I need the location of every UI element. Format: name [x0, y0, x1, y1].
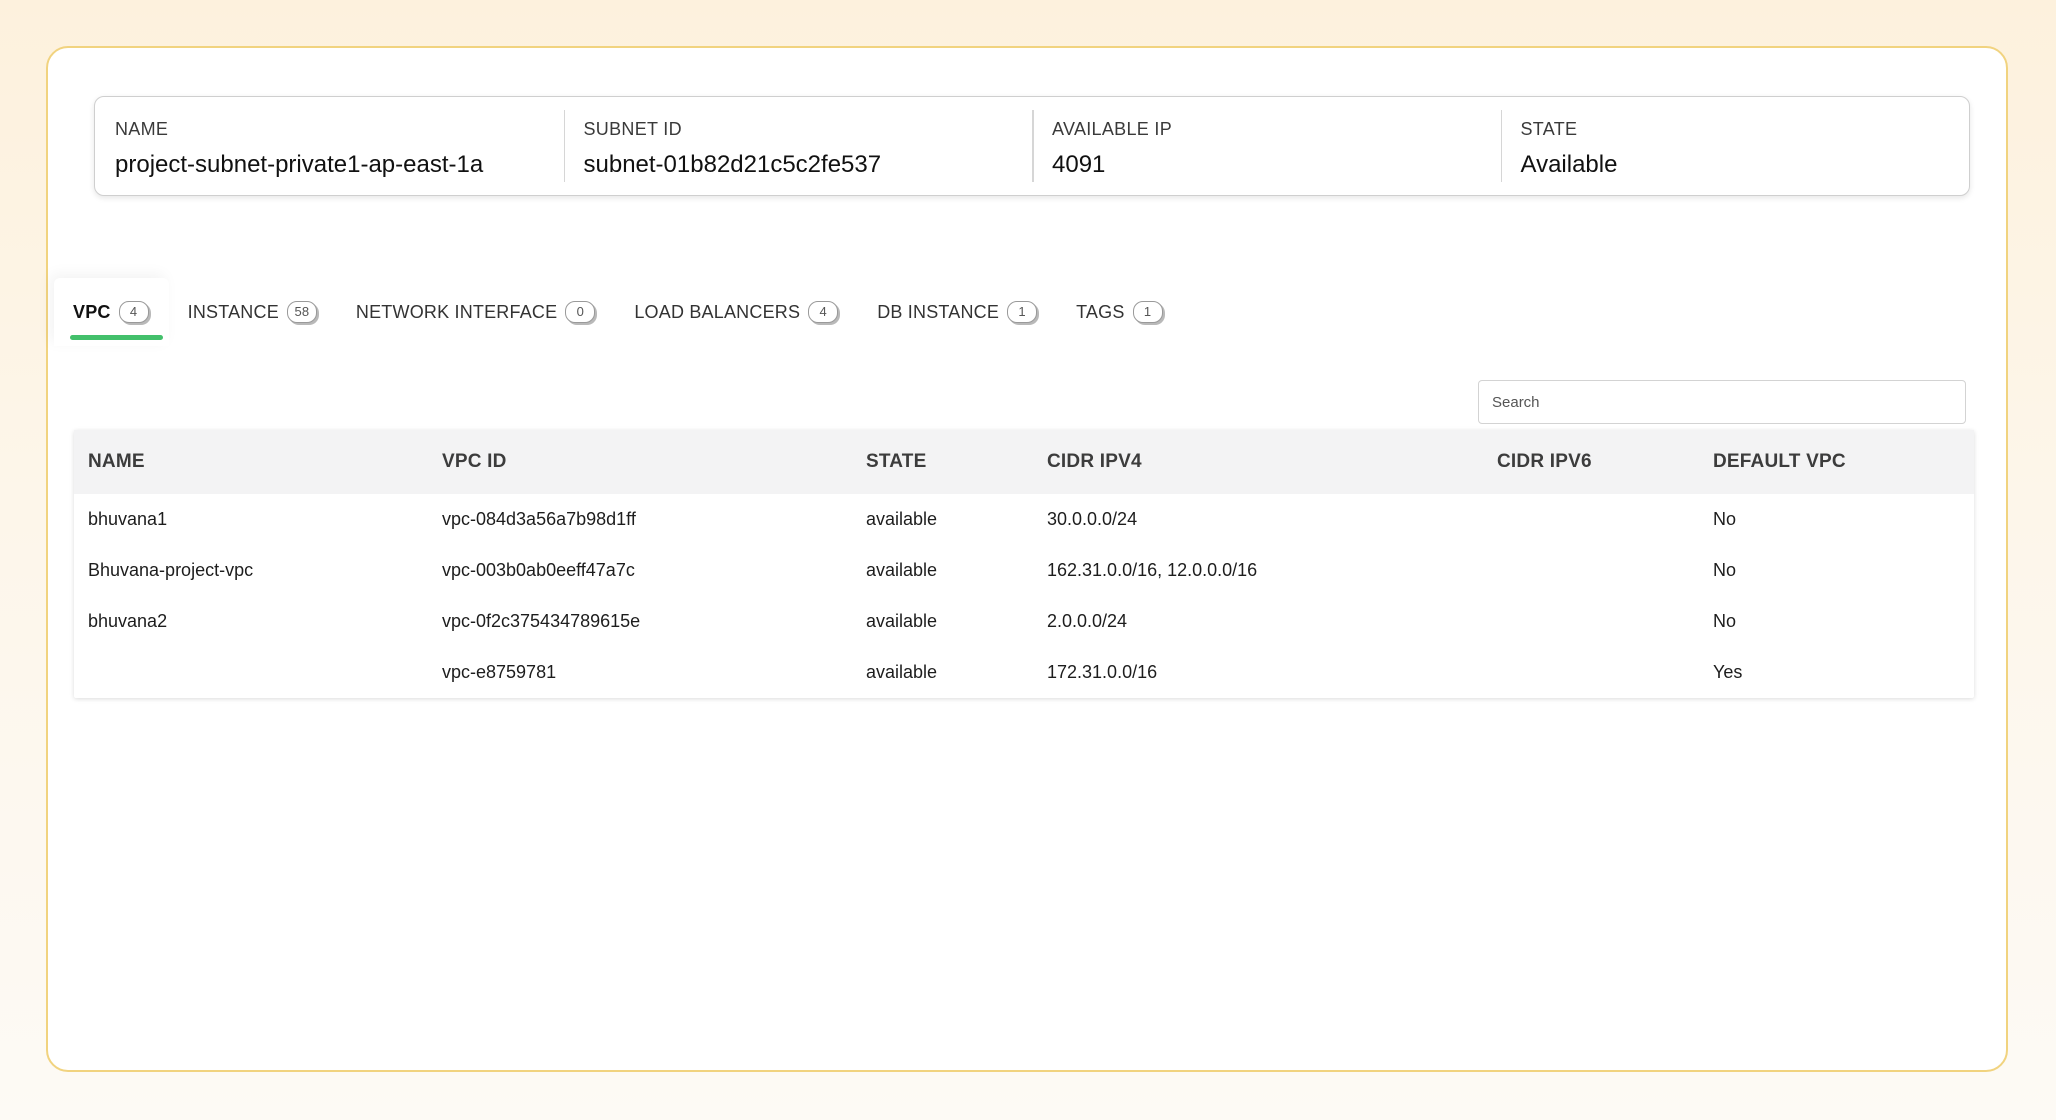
tab-tags-count-badge: 1: [1132, 301, 1163, 323]
content-panel: NAME project-subnet-private1-ap-east-1a …: [46, 46, 2008, 1072]
summary-name-label: NAME: [115, 119, 169, 139]
cell-cidr-ipv6: [1483, 494, 1699, 545]
tab-load-balancers-count-badge: 4: [808, 301, 839, 323]
tab-db-instance[interactable]: DB INSTANCE 1: [858, 278, 1057, 346]
summary-available-ip-value: 4091: [1052, 151, 1106, 178]
cell-vpc-id: vpc-0f2c375434789615e: [442, 611, 641, 631]
tab-instance[interactable]: INSTANCE 58: [169, 278, 337, 346]
column-header-default-vpc[interactable]: DEFAULT VPC: [1699, 430, 1974, 494]
tab-network-interface-count-badge: 0: [565, 301, 596, 323]
cell-cidr-ipv6: [1483, 647, 1699, 698]
cell-state: available: [866, 509, 938, 529]
cell-cidr-ipv4: 2.0.0.0/24: [1047, 611, 1128, 631]
tab-db-instance-count-badge: 1: [1007, 301, 1038, 323]
cell-vpc-id: vpc-003b0ab0eeff47a7c: [442, 560, 635, 580]
column-header-state[interactable]: STATE: [852, 430, 1033, 494]
column-header-name[interactable]: NAME: [74, 430, 428, 494]
tab-vpc[interactable]: VPC 4: [54, 278, 169, 346]
column-header-cidr-ipv4[interactable]: CIDR IPV4: [1033, 430, 1483, 494]
tab-network-interface-label: NETWORK INTERFACE: [355, 301, 558, 322]
cell-name: Bhuvana-project-vpc: [88, 560, 254, 580]
table-row[interactable]: bhuvana2 vpc-0f2c375434789615e available…: [74, 596, 1974, 647]
cell-state: available: [866, 662, 938, 682]
tab-load-balancers-label: LOAD BALANCERS: [634, 301, 801, 322]
table-row[interactable]: Bhuvana-project-vpc vpc-003b0ab0eeff47a7…: [74, 545, 1974, 596]
summary-subnet-id-value: subnet-01b82d21c5c2fe537: [583, 151, 882, 178]
tab-vpc-count-badge: 4: [118, 301, 149, 323]
cell-default-vpc: No: [1713, 560, 1737, 580]
search-input[interactable]: [1478, 380, 1966, 424]
tab-instance-label: INSTANCE: [187, 301, 279, 322]
summary-subnet-id: SUBNET ID subnet-01b82d21c5c2fe537: [563, 97, 1033, 195]
cell-name: bhuvana2: [88, 611, 168, 631]
subnet-summary-card: NAME project-subnet-private1-ap-east-1a …: [94, 96, 1970, 196]
summary-state-value: Available: [1520, 151, 1618, 178]
vpc-table: NAME VPC ID STATE CIDR IPV4 CIDR IPV6 DE…: [74, 430, 1974, 698]
column-header-cidr-ipv6[interactable]: CIDR IPV6: [1483, 430, 1699, 494]
cell-default-vpc: No: [1713, 509, 1737, 529]
tab-load-balancers[interactable]: LOAD BALANCERS 4: [615, 278, 858, 346]
column-header-vpc-id[interactable]: VPC ID: [428, 430, 852, 494]
cell-default-vpc: Yes: [1713, 662, 1743, 682]
tab-tags-label: TAGS: [1076, 301, 1125, 322]
table-row[interactable]: vpc-e8759781 available 172.31.0.0/16 Yes: [74, 647, 1974, 698]
cell-cidr-ipv6: [1483, 596, 1699, 647]
cell-default-vpc: No: [1713, 611, 1737, 631]
tab-vpc-label: VPC: [73, 301, 111, 322]
summary-name: NAME project-subnet-private1-ap-east-1a: [95, 97, 564, 195]
cell-cidr-ipv4: 162.31.0.0/16, 12.0.0.0/16: [1047, 560, 1258, 580]
summary-available-ip: AVAILABLE IP 4091: [1032, 97, 1501, 195]
resource-tabs: VPC 4 INSTANCE 58 NETWORK INTERFACE 0 LO…: [54, 278, 1183, 346]
summary-state: STATE Available: [1500, 97, 1970, 195]
cell-state: available: [866, 560, 938, 580]
cell-cidr-ipv4: 30.0.0.0/24: [1047, 509, 1138, 529]
cell-cidr-ipv4: 172.31.0.0/16: [1047, 662, 1158, 682]
cell-vpc-id: vpc-e8759781: [442, 662, 557, 682]
summary-state-label: STATE: [1520, 119, 1578, 139]
tab-network-interface[interactable]: NETWORK INTERFACE 0: [337, 278, 615, 346]
summary-subnet-id-label: SUBNET ID: [583, 119, 682, 139]
summary-available-ip-label: AVAILABLE IP: [1052, 119, 1172, 139]
cell-state: available: [866, 611, 938, 631]
tab-tags[interactable]: TAGS 1: [1057, 278, 1182, 346]
cell-vpc-id: vpc-084d3a56a7b98d1ff: [442, 509, 636, 529]
cell-cidr-ipv6: [1483, 545, 1699, 596]
table-row[interactable]: bhuvana1 vpc-084d3a56a7b98d1ff available…: [74, 494, 1974, 545]
cell-name: [74, 647, 428, 698]
tab-db-instance-label: DB INSTANCE: [877, 301, 1000, 322]
table-header-row: NAME VPC ID STATE CIDR IPV4 CIDR IPV6 DE…: [74, 430, 1974, 494]
summary-name-value: project-subnet-private1-ap-east-1a: [115, 151, 484, 178]
cell-name: bhuvana1: [88, 509, 168, 529]
tab-instance-count-badge: 58: [286, 301, 317, 323]
